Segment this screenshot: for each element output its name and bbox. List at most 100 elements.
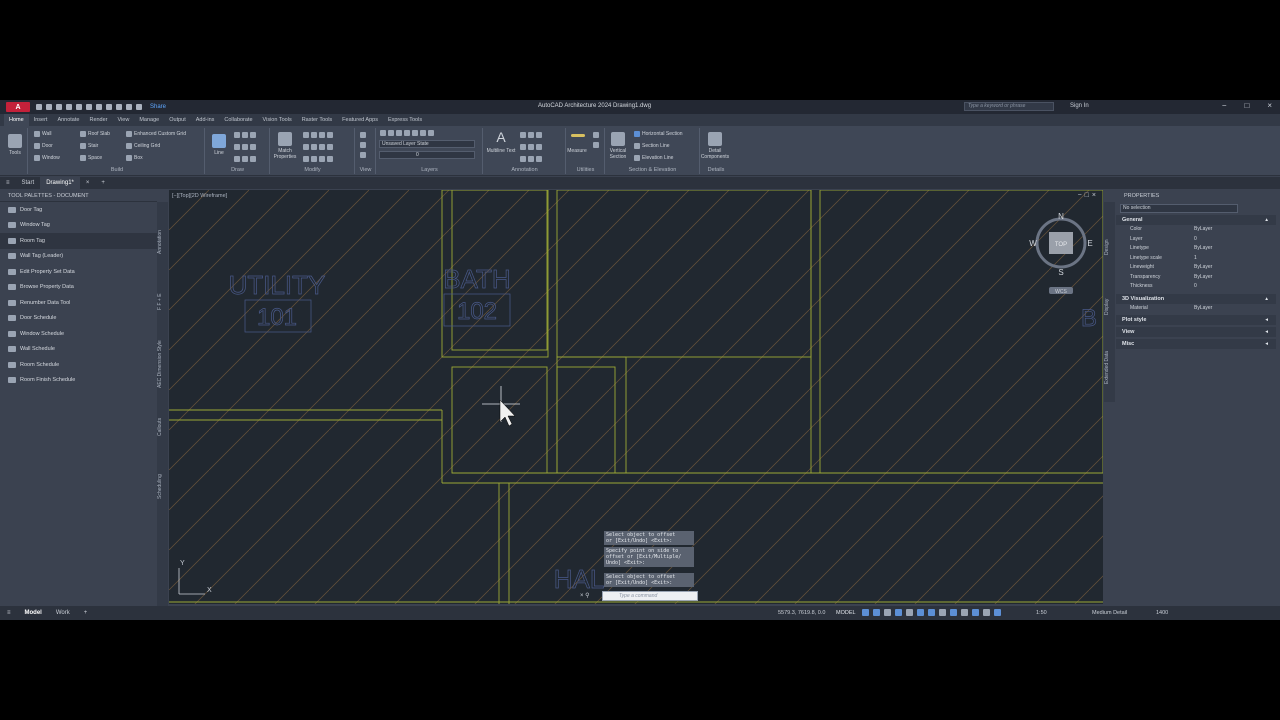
dynamic-ucs-icon[interactable]	[983, 609, 990, 616]
property-row[interactable]: Linetype scale 1	[1116, 254, 1276, 264]
line-icon[interactable]	[212, 134, 226, 148]
tab-featured-apps[interactable]: Featured Apps	[337, 114, 383, 126]
plot-icon[interactable]	[96, 104, 102, 110]
palette-item-wall-schedule[interactable]: Wall Schedule	[0, 342, 157, 358]
layer-isolate-icon[interactable]	[388, 130, 394, 136]
property-section-header[interactable]: 3D Visualization ▴	[1116, 293, 1276, 304]
layer-freeze-icon[interactable]	[404, 130, 410, 136]
visual-style-icon[interactable]	[360, 142, 366, 148]
object-snap-tracking-icon[interactable]	[917, 609, 924, 616]
circle-icon[interactable]	[242, 132, 248, 138]
tab-manage[interactable]: Manage	[134, 114, 164, 126]
palette-item-wall-tag-leader-[interactable]: Wall Tag (Leader)	[0, 249, 157, 265]
ellipse-icon[interactable]	[250, 144, 256, 150]
cloud-open-icon[interactable]	[76, 104, 82, 110]
ceiling-grid-button[interactable]: Ceiling Grid	[126, 143, 160, 149]
scale-list-icon[interactable]	[536, 156, 542, 162]
palette-side-tab[interactable]: F F + E	[157, 282, 168, 322]
erase-icon[interactable]	[319, 156, 325, 162]
tab-add-ins[interactable]: Add-ins	[191, 114, 220, 126]
palette-item-window-tag[interactable]: Window Tag	[0, 218, 157, 234]
wall-button[interactable]: Wall	[34, 131, 52, 137]
grid-toggle-icon[interactable]	[862, 609, 869, 616]
ortho-toggle-icon[interactable]	[884, 609, 891, 616]
fillet-icon[interactable]	[311, 144, 317, 150]
layer-properties-icon[interactable]	[380, 130, 386, 136]
drawing1-tab[interactable]: Drawing1*	[40, 177, 80, 189]
space-button[interactable]: Space	[80, 155, 102, 161]
property-section-header[interactable]: View ◂	[1116, 327, 1276, 337]
offset-icon[interactable]	[311, 156, 317, 162]
tab-output[interactable]: Output	[164, 114, 191, 126]
stretch-icon[interactable]	[319, 144, 325, 150]
minimize-icon[interactable]: −	[1222, 101, 1227, 110]
palette-item-door-tag[interactable]: Door Tag	[0, 202, 157, 218]
layout-menu-icon[interactable]: ≡	[0, 606, 18, 620]
palette-side-tab[interactable]: Callouts	[157, 402, 168, 452]
palette-item-door-schedule[interactable]: Door Schedule	[0, 311, 157, 327]
layer-state-dropdown[interactable]: Unsaved Layer State	[379, 140, 475, 148]
open-folder-icon[interactable]	[126, 104, 132, 110]
stair-button[interactable]: Stair	[80, 143, 98, 149]
tab-render[interactable]: Render	[84, 114, 112, 126]
revcloud-icon[interactable]	[536, 144, 542, 150]
polyline-icon[interactable]	[234, 132, 240, 138]
lineweight-icon[interactable]	[939, 609, 946, 616]
match-properties-icon[interactable]	[278, 132, 292, 146]
save-as-icon[interactable]	[66, 104, 72, 110]
palette-side-tab[interactable]: AEC Dimension Style	[157, 334, 168, 394]
scale-icon[interactable]	[327, 144, 333, 150]
help-search-input[interactable]: Type a keyword or phrase	[964, 102, 1054, 111]
property-section-header[interactable]: General ▴	[1116, 215, 1276, 225]
layer-off-icon[interactable]	[396, 130, 402, 136]
property-section-header[interactable]: Misc ◂	[1116, 339, 1276, 349]
current-layer-dropdown[interactable]: 0	[379, 151, 475, 159]
trim-icon[interactable]	[319, 132, 325, 138]
measure-icon[interactable]	[571, 134, 585, 137]
close-tab-icon[interactable]: ×	[80, 177, 96, 189]
add-layout-icon[interactable]: +	[77, 606, 95, 620]
tools-icon[interactable]	[8, 134, 22, 148]
redo-icon[interactable]	[116, 104, 122, 110]
dimension-icon[interactable]	[520, 132, 526, 138]
display-detail-level[interactable]: Medium Detail	[1092, 610, 1127, 616]
transparency-icon[interactable]	[950, 609, 957, 616]
properties-side-tab[interactable]: Extended Data	[1104, 342, 1115, 392]
selection-cycling-icon[interactable]	[961, 609, 968, 616]
palette-side-tab[interactable]: Annotation	[157, 212, 168, 272]
section-line-button[interactable]: Section Line	[634, 143, 670, 149]
property-row[interactable]: Linetype ByLayer	[1116, 244, 1276, 254]
new-icon[interactable]	[36, 104, 42, 110]
command-input[interactable]: Type a command	[602, 591, 698, 601]
enhanced-custom-grid-button[interactable]: Enhanced Custom Grid	[126, 131, 186, 137]
tab-express-tools[interactable]: Express Tools	[383, 114, 427, 126]
text-icon[interactable]: A	[492, 130, 510, 144]
property-row[interactable]: Color ByLayer	[1116, 225, 1276, 235]
annotation-scale[interactable]: 1:50	[1036, 610, 1047, 616]
hatch-icon[interactable]	[242, 144, 248, 150]
isodraft-icon[interactable]	[906, 609, 913, 616]
layer-lock-icon[interactable]	[412, 130, 418, 136]
region-icon[interactable]	[234, 156, 240, 162]
keynote-icon[interactable]	[528, 156, 534, 162]
paste-icon[interactable]	[593, 142, 599, 148]
polar-toggle-icon[interactable]	[895, 609, 902, 616]
window-button[interactable]: Window	[34, 155, 60, 161]
detail-components-icon[interactable]	[708, 132, 722, 146]
tab-vision-tools[interactable]: Vision Tools	[258, 114, 297, 126]
open-icon[interactable]	[46, 104, 52, 110]
elevation-value[interactable]: 1400	[1156, 610, 1168, 616]
new-tab-icon[interactable]: +	[95, 177, 111, 189]
3d-osnap-icon[interactable]	[972, 609, 979, 616]
cloud-save-icon[interactable]	[86, 104, 92, 110]
rotate-icon[interactable]	[311, 132, 317, 138]
model-space-toggle[interactable]: MODEL	[836, 610, 856, 616]
palette-item-edit-property-set-data[interactable]: Edit Property Set Data	[0, 264, 157, 280]
vertical-section-icon[interactable]	[611, 132, 625, 146]
annotation-monitor-icon[interactable]	[994, 609, 1001, 616]
app-logo-button[interactable]: A	[6, 102, 30, 112]
tab-home[interactable]: Home	[4, 114, 29, 126]
share-button[interactable]: Share	[150, 104, 166, 110]
mirror-icon[interactable]	[303, 144, 309, 150]
palette-item-room-finish-schedule[interactable]: Room Finish Schedule	[0, 373, 157, 389]
